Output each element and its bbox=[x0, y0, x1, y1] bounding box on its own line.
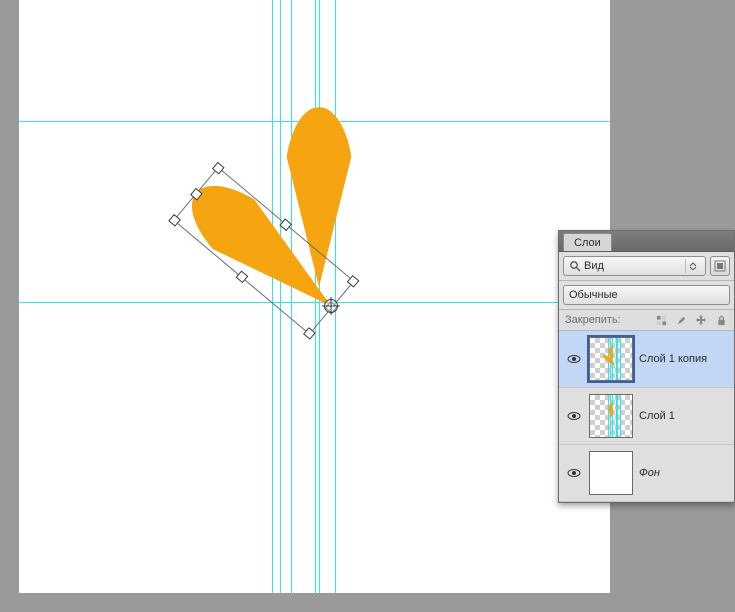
layer-kind-label: Вид bbox=[584, 260, 604, 272]
layers-panel: Слои Вид Обычные Закрепить: bbox=[558, 230, 735, 503]
blend-mode-row: Обычные bbox=[559, 281, 734, 310]
layer-row[interactable]: Фон bbox=[559, 445, 734, 502]
canvas-artboard[interactable] bbox=[19, 0, 610, 593]
handle-top-right[interactable] bbox=[212, 162, 225, 175]
handle-bot-right[interactable] bbox=[347, 275, 360, 288]
layer-kind-dropdown[interactable]: Вид bbox=[563, 256, 706, 276]
layer-thumbnail[interactable] bbox=[589, 337, 633, 381]
layer-row[interactable]: Слой 1 копия bbox=[559, 331, 734, 388]
transform-pivot[interactable] bbox=[324, 299, 338, 313]
lock-row: Закрепить: bbox=[559, 310, 734, 331]
lock-pixels-icon[interactable] bbox=[654, 313, 668, 327]
lock-position-icon[interactable] bbox=[694, 313, 708, 327]
lock-brush-icon[interactable] bbox=[674, 313, 688, 327]
visibility-eye-icon[interactable] bbox=[565, 466, 583, 480]
visibility-eye-icon[interactable] bbox=[565, 352, 583, 366]
visibility-eye-icon[interactable] bbox=[565, 409, 583, 423]
handle-bot-left[interactable] bbox=[303, 327, 316, 340]
lock-label: Закрепить: bbox=[565, 314, 621, 326]
handle-top-left[interactable] bbox=[168, 214, 181, 227]
layer-thumbnail[interactable] bbox=[589, 394, 633, 438]
blend-mode-dropdown[interactable]: Обычные bbox=[563, 285, 730, 305]
layers-tab[interactable]: Слои bbox=[563, 233, 612, 251]
chevron-down-icon bbox=[685, 259, 700, 273]
handle-mid-left[interactable] bbox=[236, 270, 249, 283]
layer-list: Слой 1 копия Слой 1 Фон bbox=[559, 331, 734, 502]
filter-icon-button[interactable] bbox=[710, 256, 730, 276]
layer-name[interactable]: Фон bbox=[639, 467, 660, 479]
blend-mode-value: Обычные bbox=[569, 289, 618, 301]
layer-thumbnail[interactable] bbox=[589, 451, 633, 495]
layer-kind-row: Вид bbox=[559, 252, 734, 281]
panel-tabbar: Слои bbox=[559, 231, 734, 252]
layer-name[interactable]: Слой 1 bbox=[639, 410, 675, 422]
handle-top-mid[interactable] bbox=[190, 188, 203, 201]
lock-all-icon[interactable] bbox=[714, 313, 728, 327]
layer-name[interactable]: Слой 1 копия bbox=[639, 353, 707, 365]
layer-row[interactable]: Слой 1 bbox=[559, 388, 734, 445]
search-icon bbox=[569, 260, 581, 272]
